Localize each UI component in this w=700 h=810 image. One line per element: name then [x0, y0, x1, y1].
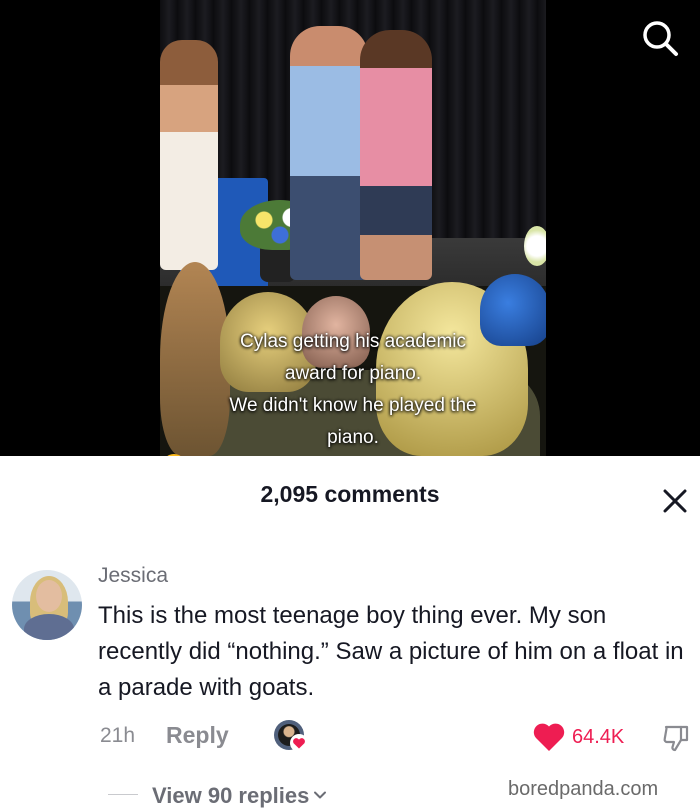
avatar-face — [36, 580, 62, 612]
avatar-body — [24, 614, 74, 640]
replies-divider — [108, 794, 138, 795]
like-count: 64.4K — [572, 726, 625, 748]
caption-line: Cylas getting his academic — [240, 331, 466, 352]
video-player[interactable]: Cylas getting his academic award for pia… — [0, 0, 700, 456]
caption-line: We didn't know he played the — [229, 395, 477, 416]
comments-count-title: 2,095 comments — [260, 481, 440, 507]
search-icon[interactable] — [640, 18, 680, 58]
thumbs-down-icon[interactable] — [660, 722, 692, 754]
view-replies-label: View 90 replies — [152, 783, 310, 808]
close-icon[interactable] — [658, 484, 692, 518]
comment-timestamp: 21h — [100, 724, 136, 747]
reply-button[interactable]: Reply — [166, 722, 229, 749]
caption-line: award for piano. — [284, 363, 422, 384]
video-caption: Cylas getting his academic award for pia… — [160, 326, 546, 456]
video-frame[interactable]: Cylas getting his academic award for pia… — [160, 0, 546, 456]
person-boy — [360, 30, 432, 280]
avatar[interactable] — [12, 570, 82, 640]
person-girl — [160, 40, 218, 270]
chevron-down-icon — [313, 782, 327, 799]
comment-text: This is the most teenage boy thing ever.… — [98, 602, 684, 701]
caption-line-last: piano.◡ — [160, 422, 546, 456]
creator-heart-icon — [290, 734, 308, 752]
view-replies-button[interactable]: View 90 replies — [152, 782, 327, 809]
watermark: boredpanda.com — [508, 778, 659, 800]
comment-author[interactable]: Jessica — [98, 564, 168, 588]
person-teacher — [290, 26, 368, 280]
caption-line: piano. — [327, 427, 379, 448]
comments-sheet: 2,095 comments Jessica This is the most … — [0, 456, 700, 810]
heart-icon[interactable] — [532, 721, 566, 753]
flower-bouquet-right — [524, 226, 546, 266]
